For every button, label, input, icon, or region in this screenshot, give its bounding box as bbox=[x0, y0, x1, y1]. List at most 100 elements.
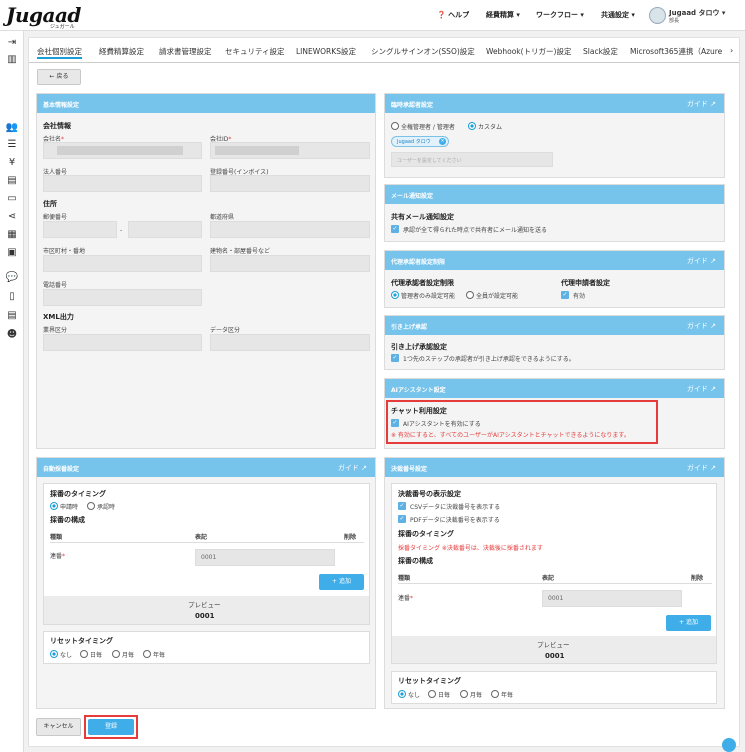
book-icon[interactable]: ▣ bbox=[5, 246, 19, 260]
sidebar-toggle-icon[interactable]: ⇥ bbox=[5, 36, 19, 50]
auto-reset-daily-radio[interactable] bbox=[80, 650, 88, 658]
menu-workflow[interactable]: ワークフロー ▾ bbox=[536, 10, 584, 20]
phone-input[interactable] bbox=[43, 289, 202, 306]
cancel-button[interactable]: キャンセル bbox=[36, 718, 81, 736]
ai-enable-label: AIアシスタントを有効にする bbox=[403, 421, 481, 428]
temp-approver-admin-radio[interactable] bbox=[391, 122, 399, 130]
notebook-icon[interactable]: ▤ bbox=[5, 309, 19, 323]
decision-reset-daily-radio[interactable] bbox=[428, 690, 436, 698]
support-icon[interactable]: ☻ bbox=[5, 328, 19, 342]
proxy-applicant-checkbox[interactable]: ✓ bbox=[561, 291, 569, 299]
tab-security-settings[interactable]: セキュリティ設定 bbox=[225, 46, 285, 57]
auto-timing-apply-radio[interactable] bbox=[50, 502, 58, 510]
users-icon[interactable]: 👥 bbox=[5, 121, 19, 135]
tab-company-settings[interactable]: 会社個別設定 bbox=[37, 46, 82, 59]
save-button[interactable]: 登録 bbox=[88, 719, 134, 735]
auto-guide-link[interactable]: ガイド ↗ bbox=[338, 463, 367, 473]
auto-timing-approve-radio[interactable] bbox=[87, 502, 95, 510]
xml-heading: XML出力 bbox=[43, 313, 74, 321]
basic-info-header: 基本情報設定 bbox=[37, 94, 375, 113]
building-input[interactable] bbox=[210, 255, 370, 272]
user-search-input[interactable]: ユーザーを設定してください bbox=[391, 152, 553, 167]
proxy-header: 代理承認者設定制限 bbox=[391, 259, 446, 266]
temp-approver-guide-link[interactable]: ガイド ↗ bbox=[687, 99, 716, 109]
temp-approver-custom-label: カスタム bbox=[478, 124, 503, 131]
industry-select[interactable] bbox=[43, 334, 202, 351]
menu-common-settings[interactable]: 共通設定 ▾ bbox=[601, 10, 635, 20]
auto-reset-yearly-radio[interactable] bbox=[143, 650, 151, 658]
data-division-select[interactable] bbox=[210, 334, 370, 351]
reg-number-input[interactable] bbox=[210, 175, 370, 192]
document-icon[interactable]: ▤ bbox=[5, 174, 19, 188]
auto-add-button[interactable]: + 追加 bbox=[319, 574, 364, 590]
decision-guide-link[interactable]: ガイド ↗ bbox=[687, 463, 716, 473]
tab-webhook-settings[interactable]: Webhook(トリガー)設定 bbox=[486, 46, 571, 57]
temp-approver-custom-radio[interactable] bbox=[468, 122, 476, 130]
decision-reset-monthly-label: 月毎 bbox=[470, 692, 483, 699]
prefecture-select[interactable] bbox=[210, 221, 370, 238]
decision-add-button[interactable]: + 追加 bbox=[666, 615, 711, 631]
ai-chat-subheading: チャット利用設定 bbox=[391, 407, 447, 415]
auto-structure-heading: 採番の構成 bbox=[50, 516, 85, 524]
ai-guide-link[interactable]: ガイド ↗ bbox=[687, 384, 716, 394]
ai-enable-note: ※ 有効にすると、すべてのユーザーがAIアシスタントとチャットできるようになりま… bbox=[391, 432, 630, 439]
list-icon[interactable]: ☰ bbox=[5, 138, 19, 152]
divider bbox=[398, 583, 712, 584]
back-button[interactable]: ← 戻る bbox=[37, 69, 81, 85]
help-link[interactable]: ❓ ヘルプ bbox=[437, 10, 469, 20]
pull-approval-subheading: 引き上げ承認設定 bbox=[391, 343, 447, 351]
decision-timing-heading: 採番のタイミング bbox=[398, 530, 454, 538]
decision-reset-none-radio[interactable] bbox=[398, 690, 406, 698]
mail-header: メール通知設定 bbox=[385, 185, 724, 204]
decision-col-type: 種類 bbox=[398, 575, 411, 582]
decision-reset-yearly-radio[interactable] bbox=[491, 690, 499, 698]
remove-tag-icon[interactable]: × bbox=[439, 138, 446, 145]
redacted-company-id bbox=[215, 146, 299, 155]
auto-row-value-input[interactable]: 0001 bbox=[195, 549, 335, 566]
tab-microsoft365-settings[interactable]: Microsoft365連携（Azure bbox=[630, 46, 722, 57]
decision-reset-monthly-radio[interactable] bbox=[460, 690, 468, 698]
menu-expense[interactable]: 経費精算 ▾ bbox=[486, 10, 520, 20]
auto-reset-heading: リセットタイミング bbox=[50, 637, 113, 645]
yen-icon[interactable]: ¥ bbox=[5, 156, 19, 170]
user-role: 部長 bbox=[669, 18, 680, 24]
proxy-guide-link[interactable]: ガイド ↗ bbox=[687, 256, 716, 266]
chat-icon[interactable]: 💬 bbox=[5, 271, 19, 285]
proxy-applicant-subheading: 代理申請者設定 bbox=[561, 279, 610, 287]
postal-code-2-input[interactable] bbox=[128, 221, 202, 238]
table-icon[interactable]: ▦ bbox=[5, 228, 19, 242]
pull-approval-checkbox[interactable]: ✓ bbox=[391, 354, 399, 362]
tab-expense-settings[interactable]: 経費精算設定 bbox=[99, 46, 144, 57]
chat-fab[interactable] bbox=[722, 738, 736, 752]
phone-icon[interactable]: ▯ bbox=[5, 290, 19, 304]
tab-invoice-settings[interactable]: 請求書管理設定 bbox=[159, 46, 212, 57]
receipt-icon[interactable]: ▭ bbox=[5, 192, 19, 206]
mail-notify-label: 承認が全て得られた時点で共有者にメール通知を送る bbox=[403, 227, 548, 234]
building-icon[interactable]: ▥ bbox=[5, 53, 19, 67]
mail-notify-checkbox[interactable]: ✓ bbox=[391, 225, 399, 233]
tab-lineworks-settings[interactable]: LINEWORKS設定 bbox=[296, 46, 356, 57]
city-input[interactable] bbox=[43, 255, 202, 272]
auto-reset-monthly-radio[interactable] bbox=[112, 650, 120, 658]
external-link-icon: ↗ bbox=[361, 464, 367, 472]
proxy-admin-only-radio[interactable] bbox=[391, 291, 399, 299]
avatar[interactable] bbox=[649, 7, 666, 24]
proxy-everyone-label: 全員が設定可能 bbox=[476, 293, 519, 300]
proxy-everyone-radio[interactable] bbox=[466, 291, 474, 299]
tab-slack-settings[interactable]: Slack設定 bbox=[583, 46, 618, 57]
pull-guide-link[interactable]: ガイド ↗ bbox=[687, 321, 716, 331]
auto-reset-none-radio[interactable] bbox=[50, 650, 58, 658]
auto-reset-monthly-label: 月毎 bbox=[122, 652, 135, 659]
tab-sso-settings[interactable]: シングルサインオン(SSO)設定 bbox=[371, 46, 475, 57]
postal-code-1-input[interactable] bbox=[43, 221, 117, 238]
temp-approver-admin-label: 全権管理者 / 管理者 bbox=[401, 124, 455, 131]
tabs-scroll-right-icon[interactable]: › bbox=[730, 46, 733, 55]
auto-preview-label: プレビュー bbox=[188, 601, 221, 609]
decision-row-value-input[interactable]: 0001 bbox=[542, 590, 682, 607]
decision-csv-checkbox[interactable]: ✓ bbox=[398, 502, 406, 510]
decision-pdf-checkbox[interactable]: ✓ bbox=[398, 515, 406, 523]
share-icon[interactable]: ⋖ bbox=[5, 210, 19, 224]
ai-enable-checkbox[interactable]: ✓ bbox=[391, 419, 399, 427]
selected-user-tag[interactable]: Jugaad タロウ × bbox=[391, 136, 449, 147]
corp-number-input[interactable] bbox=[43, 175, 202, 192]
